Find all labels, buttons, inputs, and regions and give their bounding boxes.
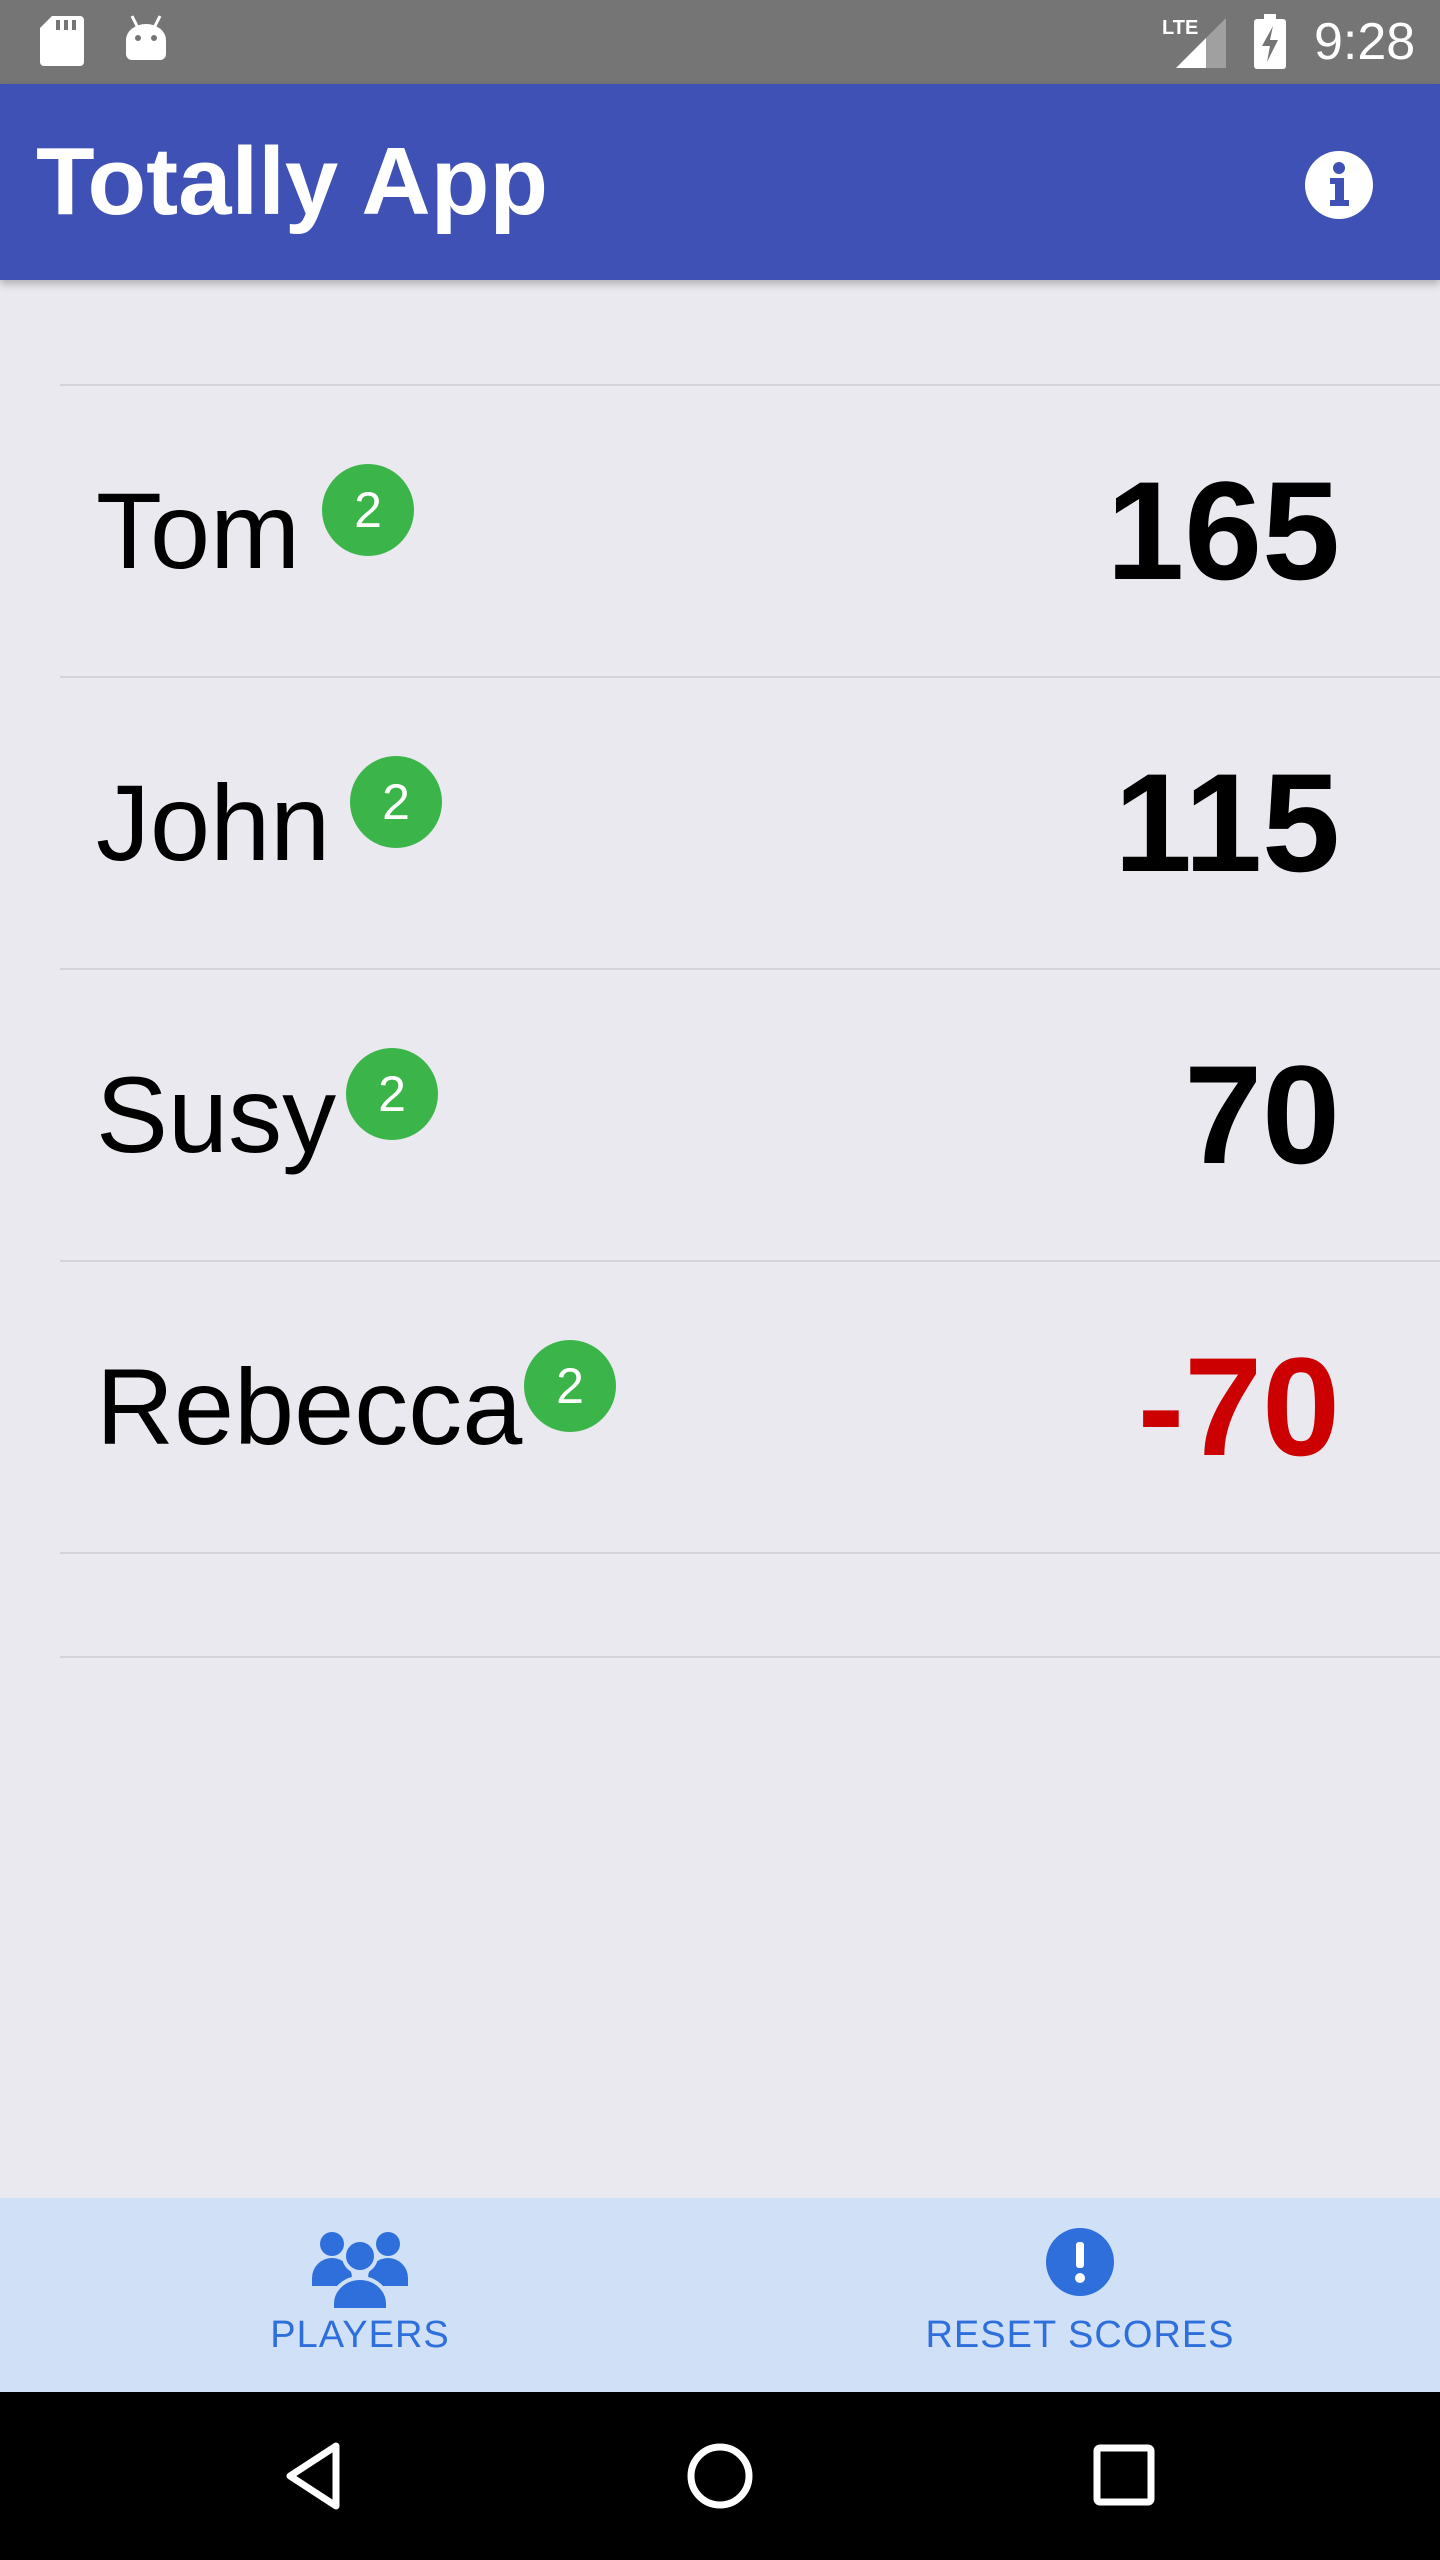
player-score: 115: [1114, 744, 1340, 901]
player-badge: 2: [346, 1048, 438, 1140]
status-bar: LTE 9:28: [0, 0, 1440, 84]
bottom-navigation: PLAYERS RESET SCORES: [0, 2198, 1440, 2392]
player-score: 70: [1184, 1036, 1340, 1193]
player-name: Susy: [96, 1054, 337, 1175]
players-icon: [312, 2226, 408, 2315]
player-badge: 2: [322, 464, 414, 556]
home-icon[interactable]: [680, 2436, 760, 2516]
divider: [60, 1552, 1440, 1554]
player-badge: 2: [524, 1340, 616, 1432]
status-time: 9:28: [1314, 13, 1416, 71]
player-row-susy[interactable]: Susy 2 70: [0, 970, 1440, 1260]
player-score: -70: [1137, 1328, 1340, 1485]
player-score: 165: [1106, 452, 1340, 609]
android-icon: [124, 14, 168, 69]
divider: [60, 1656, 1440, 1658]
player-row-tom[interactable]: Tom 2 165: [0, 386, 1440, 676]
reset-scores-nav-button[interactable]: RESET SCORES: [720, 2198, 1440, 2392]
player-row-rebecca[interactable]: Rebecca 2 -70: [0, 1262, 1440, 1552]
reset-scores-label: RESET SCORES: [925, 2314, 1235, 2356]
player-name: Rebecca: [96, 1346, 523, 1467]
player-badge: 2: [350, 756, 442, 848]
app-title: Totally App: [36, 128, 548, 235]
battery-charging-icon: [1252, 14, 1288, 75]
player-row-john[interactable]: John 2 115: [0, 678, 1440, 968]
recents-icon[interactable]: [1085, 2436, 1165, 2516]
players-label: PLAYERS: [270, 2314, 450, 2356]
lte-signal-icon: LTE: [1162, 14, 1228, 75]
player-name: Tom: [96, 470, 301, 591]
info-icon: [1305, 151, 1373, 219]
players-nav-button[interactable]: PLAYERS: [0, 2198, 720, 2392]
network-label: LTE: [1162, 17, 1198, 39]
player-name: John: [96, 762, 331, 883]
info-button[interactable]: [1302, 148, 1376, 222]
alert-icon: [1044, 2226, 1116, 2303]
system-navigation-bar: [0, 2392, 1440, 2560]
back-icon[interactable]: [276, 2436, 356, 2516]
sd-card-icon: [40, 16, 84, 71]
app-bar: Totally App: [0, 84, 1440, 280]
